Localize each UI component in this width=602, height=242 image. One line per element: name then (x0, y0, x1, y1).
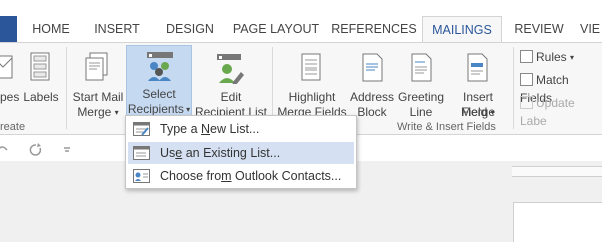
tab-insert[interactable]: INSERT (86, 16, 148, 43)
start-mail-merge-label-2: Merge ▾ (77, 105, 119, 119)
ribbon-tab-bar: HOME INSERT DESIGN PAGE LAYOUT REFERENCE… (0, 0, 602, 43)
greeting-line-button[interactable]: Greeting Line (396, 48, 446, 120)
tab-page-layout[interactable]: PAGE LAYOUT (228, 16, 324, 43)
tab-design[interactable]: DESIGN (152, 16, 228, 43)
rules-button[interactable]: Rules ▾ (520, 48, 574, 66)
menu-item-use-existing-list[interactable]: Use an Existing List... (128, 142, 354, 164)
ruler[interactable] (512, 166, 602, 177)
start-mail-merge-button[interactable]: Start Mail Merge ▾ (70, 48, 126, 120)
envelopes-button[interactable]: pes (0, 48, 20, 118)
new-list-icon (133, 122, 150, 136)
tab-references[interactable]: REFERENCES (330, 16, 418, 43)
edit-recipient-list-button[interactable]: Edit Recipient List (193, 48, 269, 120)
edit-recipient-label-1: Edit (220, 90, 242, 104)
highlight-label-1: Highlight (288, 90, 336, 104)
file-tab[interactable] (0, 16, 17, 43)
greeting-line-icon (411, 53, 432, 82)
menu-item-outlook-contacts[interactable]: Choose from Outlook Contacts... (128, 165, 354, 187)
edit-list-icon (217, 54, 244, 84)
envelope-icon (0, 55, 13, 79)
greeting-line-label-1: Greeting (397, 90, 445, 104)
select-recipients-label-1: Select (142, 87, 176, 101)
rules-icon (520, 50, 533, 63)
insert-merge-field-button[interactable]: Insert Merge Field ▾ (446, 48, 510, 120)
group-separator (513, 47, 514, 129)
refresh-icon (520, 96, 533, 109)
tab-review[interactable]: REVIEW (508, 16, 570, 43)
contacts-icon (133, 169, 150, 183)
insert-merge-field-icon (467, 53, 488, 82)
labels-button[interactable]: Labels (23, 48, 59, 118)
highlight-fields-icon (301, 53, 321, 81)
labels-label: Labels (23, 90, 59, 104)
update-labels-button[interactable]: Update Labe (520, 94, 602, 128)
match-fields-icon (520, 73, 533, 86)
existing-list-icon (133, 146, 150, 160)
select-recipients-menu: Type a New List... Use an Existing List.… (125, 115, 357, 189)
recipients-icon (147, 52, 173, 81)
address-block-button[interactable]: Address Block (348, 48, 396, 120)
highlight-merge-fields-button[interactable]: Highlight Merge Fields (276, 48, 348, 120)
document-page[interactable] (513, 202, 602, 242)
create-group-label: reate (0, 121, 26, 133)
greeting-line-label-2: Line (409, 105, 433, 119)
write-insert-group-label: Write & Insert Fields (397, 121, 496, 133)
undo-redo-icons[interactable] (0, 142, 80, 156)
tab-view[interactable]: VIE (580, 16, 602, 43)
select-recipients-button[interactable]: Select Recipients ▾ (126, 45, 192, 119)
start-mail-merge-label-1: Start Mail (72, 90, 124, 104)
match-fields-button[interactable]: Match Fields (520, 71, 602, 105)
envelopes-label: pes (0, 90, 20, 104)
menu-item-type-new-list[interactable]: Type a New List... (128, 118, 354, 140)
group-separator (66, 47, 67, 129)
mail-merge-document-icon (85, 52, 108, 81)
insert-merge-field-label-2: Field ▾ (461, 105, 495, 119)
address-block-label-1: Address (349, 90, 395, 104)
tab-home[interactable]: HOME (20, 16, 82, 43)
address-block-icon (362, 53, 383, 82)
labels-icon (30, 52, 50, 81)
tab-mailings[interactable]: MAILINGS (422, 16, 502, 43)
